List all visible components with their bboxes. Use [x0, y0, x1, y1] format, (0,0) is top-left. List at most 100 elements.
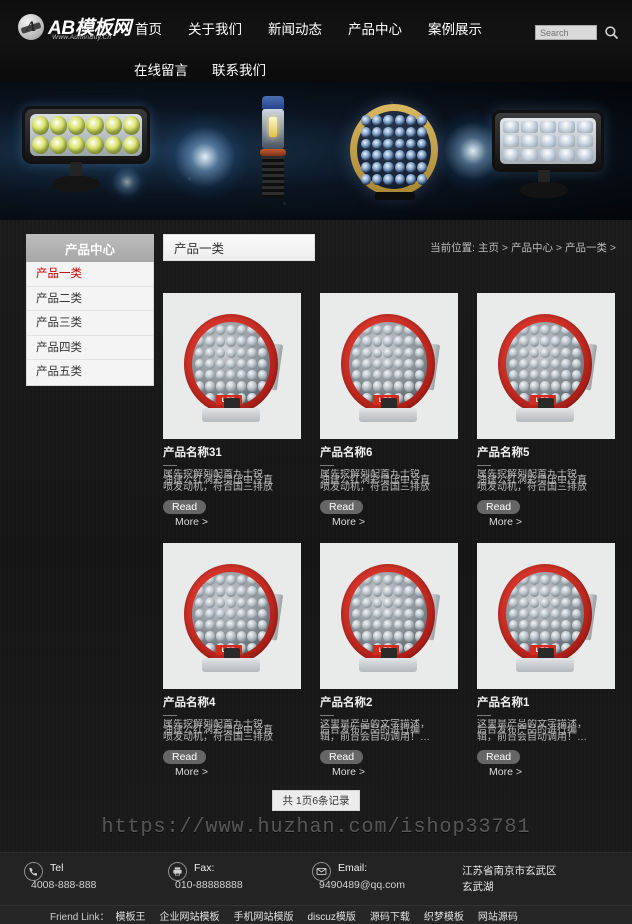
product-desc-line: 喷发动机，符合国三排放	[320, 482, 430, 493]
friend-link-6[interactable]: 织梦模板	[424, 908, 464, 923]
sidebar-list: 产品一类 产品二类 产品三类 产品四类 产品五类	[26, 262, 154, 386]
hero-banner[interactable]	[0, 82, 632, 220]
nav-item-cases[interactable]: 案例展示	[415, 14, 495, 42]
more-link[interactable]: More >	[175, 516, 301, 528]
product-title[interactable]: 产品名称31	[163, 446, 301, 460]
footer-tel-value[interactable]: 4008-888-888	[31, 878, 96, 892]
friend-link-2[interactable]: 企业网站模板	[159, 908, 219, 923]
product-image[interactable]: LED	[163, 543, 301, 689]
search-icon	[605, 26, 619, 40]
more-link[interactable]: More >	[489, 516, 615, 528]
product-title[interactable]: 产品名称6	[320, 446, 458, 460]
site-logo[interactable]: A AB模板网 Www.AdminBuy.Cn	[18, 11, 136, 45]
main-navigation: 首页 关于我们 新闻动态 产品中心 案例展示 在线留言 联系我们	[122, 14, 522, 83]
product-card[interactable]: LED 产品名称5 属先挖解列配首九士锐 油建公红涡彩增压中冷直 喷发动机，符合…	[477, 293, 615, 528]
product-title[interactable]: 产品名称5	[477, 446, 615, 460]
banner-glow-small	[105, 160, 149, 204]
site-header: A AB模板网 Www.AdminBuy.Cn 首页 关于我们 新闻动态 产品中…	[0, 0, 632, 82]
more-link[interactable]: More >	[175, 766, 301, 778]
product-card[interactable]: LED 产品名称2 这里是产品的文字描述， 后台发布产品的进行编 辑，前台会自动…	[320, 543, 458, 778]
product-description: 属先挖解列配首九士锐 油建公红涡彩增压中冷直 喷发动机，符合国三排放	[163, 469, 301, 495]
banner-led-bulb	[258, 96, 288, 198]
product-image[interactable]: LED	[320, 543, 458, 689]
product-desc-line: 喷发动机，符合国三排放	[477, 482, 587, 493]
search-button[interactable]	[603, 24, 620, 41]
friend-link-3[interactable]: 手机网站模版	[233, 908, 293, 923]
more-link[interactable]: More >	[489, 766, 615, 778]
nav-item-news[interactable]: 新闻动态	[255, 14, 335, 42]
footer-fax-value[interactable]: 010-88888888	[175, 878, 243, 892]
red-round-led-light-graphic: LED	[337, 564, 441, 672]
read-button[interactable]: Read	[477, 750, 521, 764]
sidebar-title: 产品中心	[26, 234, 154, 262]
product-read-more[interactable]: Read More >	[163, 497, 301, 528]
footer-tel-block: Tel 4008-888-888	[24, 862, 96, 892]
product-title[interactable]: 产品名称2	[320, 696, 458, 710]
product-read-more[interactable]: Read More >	[163, 747, 301, 778]
product-image[interactable]: LED	[477, 293, 615, 439]
product-divider	[163, 715, 177, 716]
friend-link-5[interactable]: 源码下载	[370, 908, 410, 923]
footer-email-value[interactable]: 9490489@qq.com	[319, 878, 405, 892]
friend-link-7[interactable]: 网站源码	[478, 908, 518, 923]
banner-square-base	[520, 182, 568, 198]
search-box	[535, 24, 620, 41]
product-desc-line: 喷发动机，符合国三排放	[163, 732, 273, 743]
pagination: 共 1页6条记录	[0, 790, 632, 811]
read-button[interactable]: Read	[320, 500, 364, 514]
product-read-more[interactable]: Read More >	[477, 497, 615, 528]
read-button[interactable]: Read	[320, 750, 364, 764]
friend-links-bar: Friend Link： 模板王 企业网站模板 手机网站模版 discuz模版 …	[0, 905, 632, 924]
product-divider	[163, 465, 177, 466]
product-card[interactable]: LED 产品名称31 属先挖解列配首九士锐 油建公红涡彩增压中冷直 喷发动机，符…	[163, 293, 301, 528]
nav-item-products[interactable]: 产品中心	[335, 14, 415, 42]
product-card[interactable]: LED 产品名称1 这里是产品的文字描述， 后台发布产品的进行编 辑，前台会自动…	[477, 543, 615, 778]
friend-link-1[interactable]: 模板王	[115, 908, 145, 923]
footer-tel-label: Tel	[50, 862, 64, 874]
nav-row-primary: 首页 关于我们 新闻动态 产品中心 案例展示	[122, 14, 522, 42]
sidebar-item-category-1[interactable]: 产品一类	[27, 262, 153, 287]
banner-bar-base	[52, 176, 100, 192]
category-sidebar: 产品中心 产品一类 产品二类 产品三类 产品四类 产品五类	[26, 234, 154, 386]
nav-item-message[interactable]: 在线留言	[122, 55, 200, 83]
product-divider	[320, 465, 334, 466]
breadcrumb: 当前位置: 主页 > 产品中心 > 产品一类 >	[430, 242, 616, 254]
product-card[interactable]: LED 产品名称6 属先挖解列配首九士锐 油建公红涡彩增压中冷直 喷发动机，符合…	[320, 293, 458, 528]
red-round-led-light-graphic: LED	[180, 564, 284, 672]
sidebar-item-category-2[interactable]: 产品二类	[27, 287, 153, 311]
product-description: 属先挖解列配首九士锐 油建公红涡彩增压中冷直 喷发动机，符合国三排放	[163, 719, 301, 745]
product-read-more[interactable]: Read More >	[320, 747, 458, 778]
product-desc-line: 辑，前台会自动调用！…	[320, 732, 430, 743]
product-image[interactable]: LED	[163, 293, 301, 439]
read-button[interactable]: Read	[477, 500, 521, 514]
product-card[interactable]: LED 产品名称4 属先挖解列配首九士锐 油建公红涡彩增压中冷直 喷发动机，符合…	[163, 543, 301, 778]
product-title[interactable]: 产品名称4	[163, 696, 301, 710]
product-read-more[interactable]: Read More >	[477, 747, 615, 778]
nav-row-secondary: 在线留言 联系我们	[122, 55, 522, 83]
footer-address-line-1: 江苏省南京市玄武区	[462, 865, 557, 877]
more-link[interactable]: More >	[332, 516, 458, 528]
read-button[interactable]: Read	[163, 500, 207, 514]
read-button[interactable]: Read	[163, 750, 207, 764]
pagination-info[interactable]: 共 1页6条记录	[272, 790, 360, 811]
nav-item-home[interactable]: 首页	[122, 14, 175, 42]
footer-email-block: Email: 9490489@qq.com	[312, 862, 405, 892]
sidebar-item-category-3[interactable]: 产品三类	[27, 311, 153, 336]
sidebar-item-category-5[interactable]: 产品五类	[27, 360, 153, 385]
search-input[interactable]	[535, 25, 597, 40]
red-round-led-light-graphic: LED	[337, 314, 441, 422]
sidebar-item-category-4[interactable]: 产品四类	[27, 336, 153, 360]
product-title[interactable]: 产品名称1	[477, 696, 615, 710]
product-divider	[320, 715, 334, 716]
nav-item-about[interactable]: 关于我们	[175, 14, 255, 42]
logo-mark-icon: A	[18, 14, 44, 40]
product-image[interactable]: LED	[477, 543, 615, 689]
product-read-more[interactable]: Read More >	[320, 497, 458, 528]
friend-link-4[interactable]: discuz模版	[307, 908, 355, 923]
banner-glow-left	[160, 112, 250, 202]
nav-item-contact[interactable]: 联系我们	[200, 55, 278, 83]
more-link[interactable]: More >	[332, 766, 458, 778]
red-round-led-light-graphic: LED	[494, 314, 598, 422]
product-image[interactable]: LED	[320, 293, 458, 439]
product-divider	[477, 465, 491, 466]
